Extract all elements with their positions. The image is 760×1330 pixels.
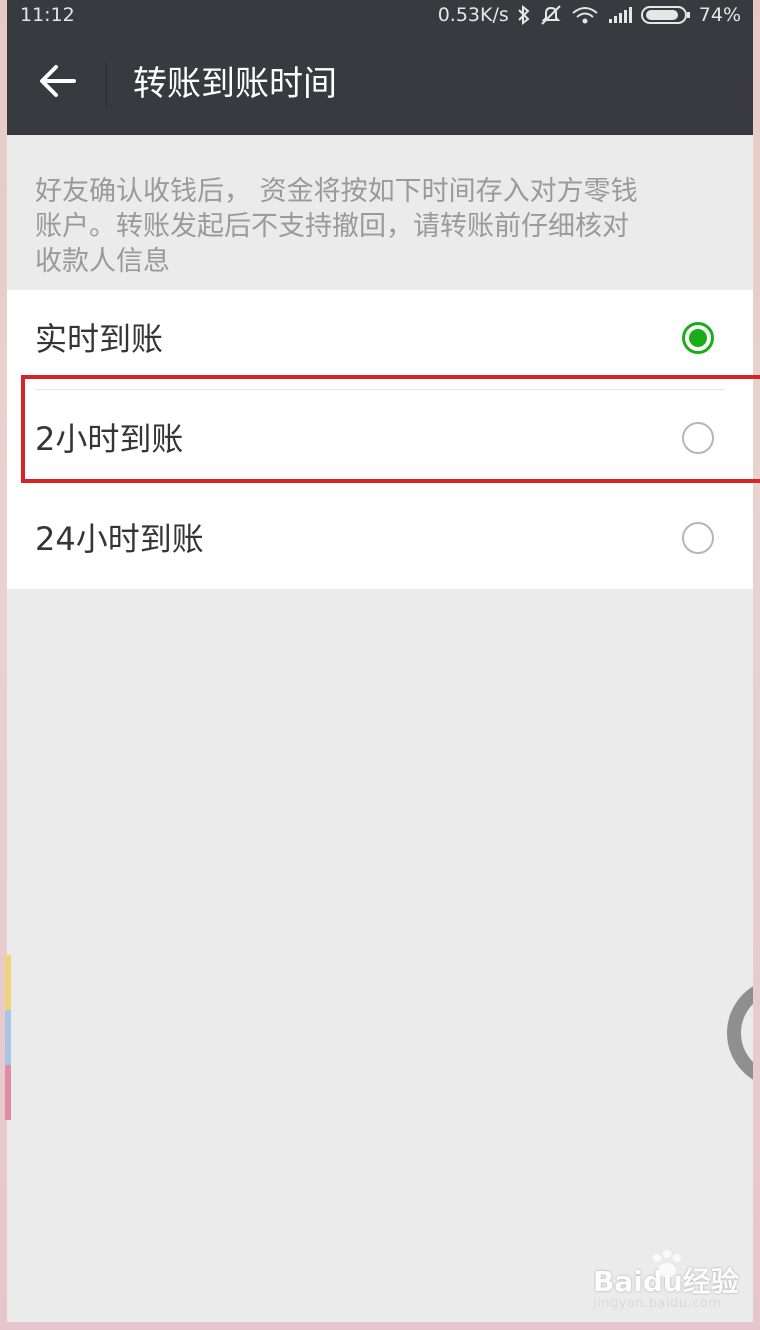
status-bar: 11:12 0.53K/s 74%	[7, 0, 753, 30]
toolbar-divider	[106, 62, 107, 108]
edge-color-marks	[5, 955, 11, 1120]
radio-checked-icon[interactable]	[682, 322, 714, 354]
status-right: 0.53K/s 74%	[438, 0, 741, 30]
arrow-left-icon	[38, 64, 78, 102]
watermark-url: jingyan.baidu.com	[593, 1296, 722, 1311]
battery-percent: 74%	[698, 4, 741, 26]
option-24-hours[interactable]: 24小时到账	[7, 490, 753, 589]
network-speed: 0.53K/s	[437, 4, 509, 26]
page-title: 转账到账时间	[133, 64, 337, 104]
baidu-watermark: Baidu经验 jingyan.baidu.com	[593, 1248, 753, 1318]
option-label: 24小时到账	[35, 520, 204, 558]
bluetooth-icon	[517, 5, 531, 25]
status-time: 11:12	[20, 4, 75, 26]
floating-ring-decoration	[727, 978, 753, 1088]
description-text: 好友确认收钱后， 资金将按如下时间存入对方零钱账户。转账发起后不支持撤回，请转账…	[35, 176, 638, 277]
wifi-icon	[571, 5, 599, 25]
signal-icon	[607, 5, 633, 25]
back-button[interactable]	[23, 52, 93, 114]
paw-logo-icon	[645, 1248, 689, 1292]
radio-unchecked-icon[interactable]	[682, 522, 714, 554]
app-frame: 11:12 0.53K/s 74% 转账到账时间 好友确认收钱后， 资金将按如下…	[7, 0, 753, 1322]
toolbar: 转账到账时间	[7, 30, 753, 135]
battery-icon	[640, 5, 691, 25]
mute-icon	[539, 4, 563, 26]
highlight-annotation	[21, 375, 760, 483]
